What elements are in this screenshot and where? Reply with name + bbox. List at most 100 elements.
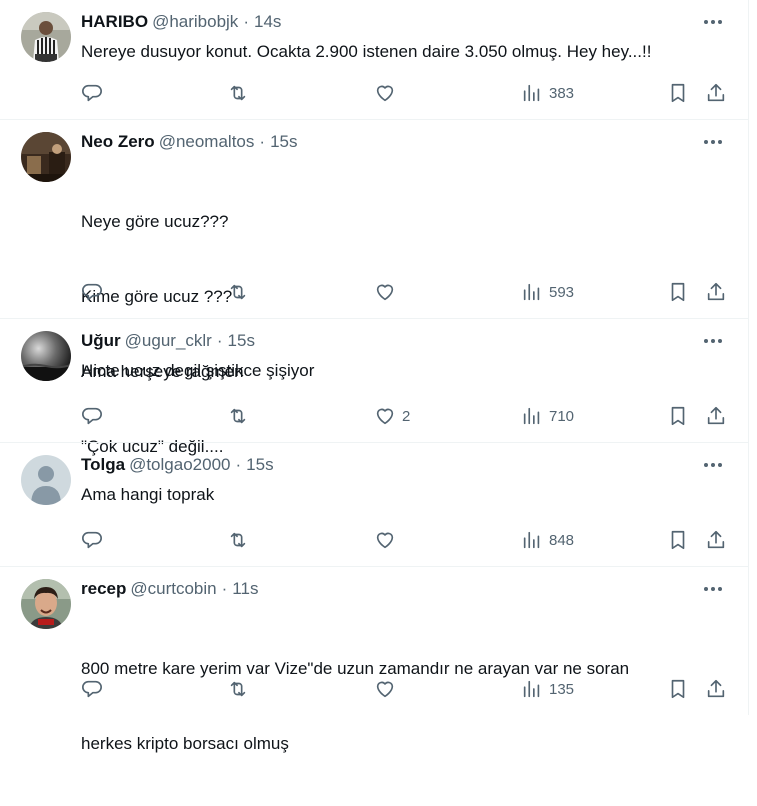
bookmark-button[interactable] <box>667 402 689 430</box>
heart-icon <box>376 532 394 549</box>
user-handle[interactable]: @curtcobin <box>130 579 216 598</box>
bookmark-icon <box>671 530 685 550</box>
views-button[interactable]: 135 <box>521 675 574 703</box>
tweet-header: Tolga @tolgao2000 · 15s <box>81 453 732 477</box>
tweet[interactable]: Neo Zero @neomaltos · 15s Neye göre ucuz???… <box>0 120 748 456</box>
more-dots-icon[interactable] <box>698 453 728 477</box>
avatar[interactable] <box>21 455 71 505</box>
bookmark-button[interactable] <box>667 79 689 107</box>
views-chart-icon <box>523 531 540 549</box>
views-button[interactable]: 383 <box>521 79 574 107</box>
tweet-header: Uğur @ugur_cklr · 15s <box>81 329 732 353</box>
tweet-header: recep @curtcobin · 11s <box>81 577 732 601</box>
bookmark-icon <box>671 83 685 103</box>
display-name[interactable]: Tolga <box>81 455 125 474</box>
views-button[interactable]: 593 <box>521 278 574 306</box>
display-name[interactable]: recep <box>81 579 126 598</box>
tweet[interactable]: recep @curtcobin · 11s 800 metre kare yerim… <box>0 567 748 753</box>
timestamp[interactable]: 14s <box>254 12 281 31</box>
views-button[interactable]: 710 <box>521 402 574 430</box>
timestamp[interactable]: 11s <box>232 579 258 598</box>
bookmark-icon <box>671 679 685 699</box>
more-dots-icon[interactable] <box>698 577 728 601</box>
bookmark-icon <box>671 406 685 426</box>
tweet-text: Nereye dusuyor konut. Ocakta 2.900 isten… <box>81 39 732 64</box>
views-button[interactable]: 848 <box>521 526 574 554</box>
share-button[interactable] <box>705 278 727 306</box>
share-button[interactable] <box>705 675 727 703</box>
more-dots-icon[interactable] <box>698 10 728 34</box>
retweet-button[interactable] <box>227 526 249 554</box>
tweet-actions: 135 <box>81 675 732 703</box>
retweet-icon <box>230 408 246 424</box>
share-button[interactable] <box>705 526 727 554</box>
heart-icon <box>376 681 394 698</box>
user-handle[interactable]: @ugur_cklr <box>125 331 212 350</box>
separator-dot: · <box>221 579 228 598</box>
tweet-actions: 848 <box>81 526 732 554</box>
tweet-content: HARIBO @haribobjk · 14s Nereye dusuyor konu… <box>81 10 732 64</box>
timestamp[interactable]: 15s <box>228 331 255 350</box>
tweet-text-line: Ama hangi toprak <box>81 485 215 504</box>
tweet[interactable]: Tolga @tolgao2000 · 15s Ama hangi toprak 84… <box>0 443 748 567</box>
user-handle[interactable]: @tolgao2000 <box>129 455 230 474</box>
reply-icon <box>82 680 102 698</box>
separator-dot: · <box>216 331 223 350</box>
user-handle[interactable]: @haribobjk <box>152 12 238 31</box>
reply-button[interactable] <box>81 675 103 703</box>
retweet-button[interactable] <box>227 79 249 107</box>
reply-button[interactable] <box>81 278 103 306</box>
share-button[interactable] <box>705 402 727 430</box>
views-chart-icon <box>523 84 540 102</box>
like-button[interactable]: 2 <box>374 402 410 430</box>
display-name[interactable]: HARIBO <box>81 12 148 31</box>
more-dots-icon[interactable] <box>698 329 728 353</box>
heart-icon <box>376 408 394 425</box>
user-handle[interactable]: @neomaltos <box>159 132 255 151</box>
like-button[interactable] <box>374 278 402 306</box>
display-name[interactable]: Neo Zero <box>81 132 155 151</box>
tweet[interactable]: HARIBO @haribobjk · 14s Nereye dusuyor konu… <box>0 0 748 120</box>
avatar[interactable] <box>21 331 71 381</box>
tweet-header: Neo Zero @neomaltos · 15s <box>81 130 732 154</box>
like-button[interactable] <box>374 79 402 107</box>
reply-icon <box>82 531 102 549</box>
tweet-text-line: Hicte ucuz degil şiştikce şişiyor <box>81 361 315 380</box>
like-button[interactable] <box>374 526 402 554</box>
bookmark-button[interactable] <box>667 278 689 306</box>
tweet-text-line: Nereye dusuyor konut. Ocakta 2.900 isten… <box>81 42 652 61</box>
tweet-actions: 2 710 <box>81 402 732 430</box>
tweet-actions: 593 <box>81 278 732 306</box>
separator-dot: · <box>259 132 266 151</box>
avatar[interactable] <box>21 12 71 62</box>
avatar[interactable] <box>21 579 71 629</box>
avatar[interactable] <box>21 132 71 182</box>
views-count: 848 <box>549 531 575 549</box>
share-button[interactable] <box>705 79 727 107</box>
retweet-icon <box>230 532 246 548</box>
timestamp[interactable]: 15s <box>270 132 297 151</box>
bookmark-button[interactable] <box>667 526 689 554</box>
views-count: 383 <box>549 84 575 102</box>
reply-icon <box>82 407 102 425</box>
retweet-button[interactable] <box>227 278 249 306</box>
display-name[interactable]: Uğur <box>81 331 121 350</box>
reply-button[interactable] <box>81 526 103 554</box>
like-button[interactable] <box>374 675 402 703</box>
views-chart-icon <box>523 283 540 301</box>
timestamp[interactable]: 15s <box>246 455 273 474</box>
tweet-text: Hicte ucuz degil şiştikce şişiyor <box>81 358 732 383</box>
bookmark-button[interactable] <box>667 675 689 703</box>
retweet-button[interactable] <box>227 675 249 703</box>
tweet-content: Tolga @tolgao2000 · 15s Ama hangi toprak <box>81 453 732 507</box>
reply-button[interactable] <box>81 79 103 107</box>
reply-button[interactable] <box>81 402 103 430</box>
heart-icon <box>376 85 394 102</box>
tweet[interactable]: Uğur @ugur_cklr · 15s Hicte ucuz degil şişt… <box>0 319 748 443</box>
views-chart-icon <box>523 407 540 425</box>
tweet-text-line: herkes kripto borsacı olmuş <box>81 734 289 753</box>
separator-dot: · <box>243 12 249 31</box>
more-dots-icon[interactable] <box>698 130 728 154</box>
views-count: 710 <box>549 407 575 425</box>
retweet-button[interactable] <box>227 402 249 430</box>
